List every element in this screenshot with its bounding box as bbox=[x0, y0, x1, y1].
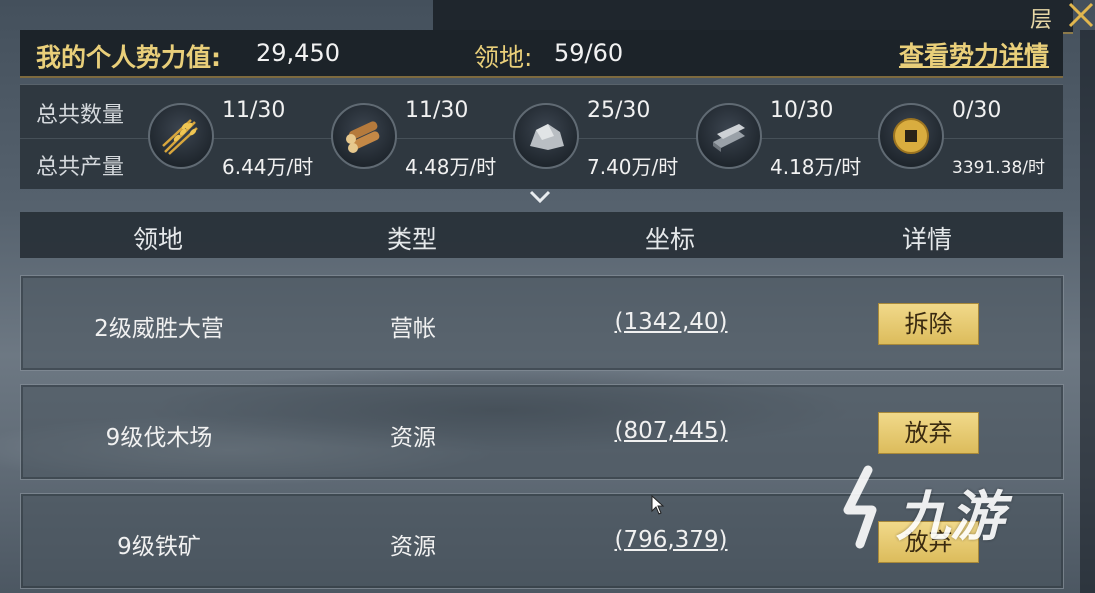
crossed-swords-icon[interactable] bbox=[1066, 0, 1095, 30]
territory-name: 9级铁矿 bbox=[117, 534, 201, 560]
resource-summary-panel: 总共数量 总共产量 11/30 6.44万/时 11/30 4.48万/时 25… bbox=[20, 84, 1063, 189]
header-type: 类型 bbox=[386, 225, 438, 254]
power-value: 29,450 bbox=[256, 39, 340, 67]
stone-rate: 7.40万/时 bbox=[587, 155, 679, 179]
iron-ingot-icon bbox=[696, 103, 762, 169]
territory-value: 59/60 bbox=[554, 39, 624, 67]
power-label: 我的个人势力值: bbox=[36, 43, 221, 72]
territory-type: 资源 bbox=[390, 534, 436, 560]
stone-count: 25/30 bbox=[587, 98, 651, 123]
mouse-cursor-icon bbox=[651, 495, 665, 515]
view-power-details-link[interactable]: 查看势力详情 bbox=[899, 36, 1049, 72]
coin-count: 0/30 bbox=[952, 98, 1002, 123]
total-output-label: 总共产量 bbox=[36, 155, 125, 180]
scrollbar[interactable] bbox=[1080, 30, 1095, 593]
abandon-button[interactable]: 放弃 bbox=[878, 412, 979, 454]
total-count-label: 总共数量 bbox=[36, 103, 125, 128]
coordinate-link[interactable]: (807,445) bbox=[614, 418, 727, 444]
iron-rate: 4.18万/时 bbox=[770, 155, 862, 179]
iron-count: 10/30 bbox=[770, 98, 834, 123]
demolish-button[interactable]: 拆除 bbox=[878, 303, 979, 345]
header-details: 详情 bbox=[901, 225, 953, 254]
wheat-rate: 6.44万/时 bbox=[222, 155, 314, 179]
table-row[interactable]: 2级威胜大营 营帐 (1342,40) 拆除 bbox=[20, 275, 1064, 371]
wheat-icon bbox=[148, 103, 214, 169]
territory-type: 资源 bbox=[390, 425, 436, 451]
watermark-logo: 九游 bbox=[838, 462, 1058, 557]
stone-icon bbox=[513, 103, 579, 169]
top-strip bbox=[433, 0, 1073, 34]
coin-rate: 3391.38/时 bbox=[952, 158, 1046, 178]
copper-coin-icon bbox=[878, 103, 944, 169]
chevron-down-icon[interactable] bbox=[529, 190, 551, 204]
territory-name: 9级伐木场 bbox=[105, 425, 213, 451]
territory-label: 领地: bbox=[474, 43, 533, 72]
header-coordinates: 坐标 bbox=[644, 225, 696, 254]
territory-name: 2级威胜大营 bbox=[94, 316, 224, 342]
power-header: 我的个人势力值: 29,450 领地: 59/60 查看势力详情 bbox=[20, 30, 1063, 78]
territory-type: 营帐 bbox=[390, 316, 436, 342]
coordinate-link[interactable]: (796,379) bbox=[614, 527, 727, 553]
watermark-text: 九游 bbox=[896, 485, 1004, 548]
table-header: 领地 类型 坐标 详情 bbox=[20, 212, 1063, 258]
coordinate-link[interactable]: (1342,40) bbox=[614, 309, 727, 335]
nine-game-logo-icon bbox=[843, 465, 877, 549]
wood-rate: 4.48万/时 bbox=[405, 155, 497, 179]
wood-logs-icon bbox=[331, 103, 397, 169]
header-territory: 领地 bbox=[132, 225, 184, 254]
wood-count: 11/30 bbox=[405, 98, 469, 123]
wheat-count: 11/30 bbox=[222, 98, 286, 123]
